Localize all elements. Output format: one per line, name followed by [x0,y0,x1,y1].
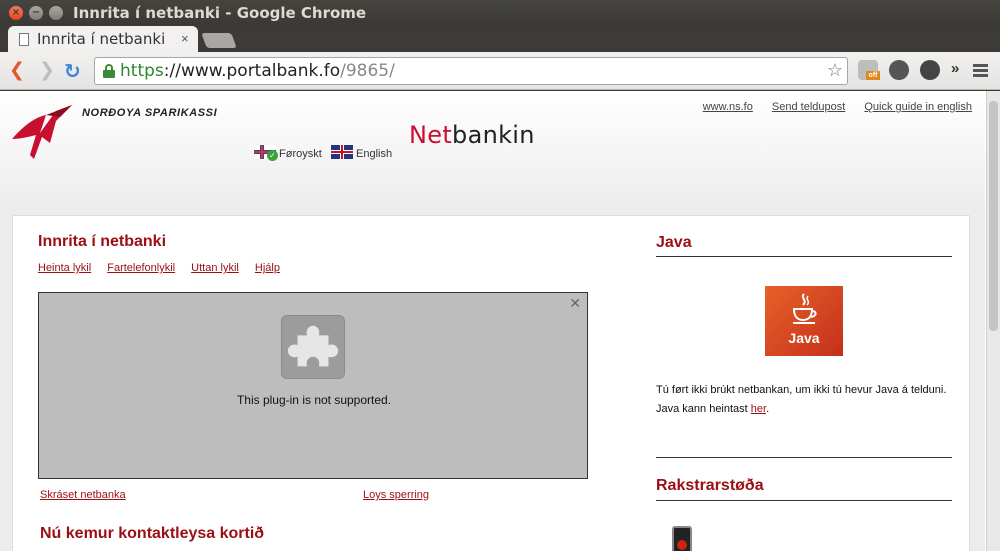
tab-title: Innrita í netbanki [37,30,166,48]
window-minimize-button[interactable]: − [29,6,43,20]
window-titlebar: × − Innrita í netbanki - Google Chrome [0,0,1000,26]
page-viewport: NORÐOYA SPARIKASSI www.ns.fo Send teldup… [0,91,1000,551]
tab-active[interactable]: Innrita í netbanki × [8,26,198,52]
bank-logo-icon [12,105,72,159]
java-description: Tú ført ikki brúkt netbankan, um ikki tú… [656,384,947,415]
forward-arrow-icon[interactable]: ❯ [39,59,55,81]
url-text[interactable]: https://www.portalbank.fo/9865/ [120,61,395,81]
link-send-email[interactable]: Send teldupost [772,101,845,113]
faroe-flag-icon: ✓ [254,145,278,161]
language-faroese[interactable]: ✓ Føroyskt [254,145,322,161]
browser-menu-icon[interactable] [973,64,988,79]
java-title: Java [656,234,692,251]
extension-chat-icon[interactable] [889,60,909,80]
content-panel: Innrita í netbanki Heinta lykil Fartelef… [12,215,970,551]
unsupported-plugin-box[interactable]: ✕ This plug-in is not supported. [38,292,588,479]
window-title: Innrita í netbanki - Google Chrome [73,4,367,22]
page-favicon-icon [19,33,29,46]
link-quick-guide[interactable]: Quick guide in english [864,101,972,113]
link-mobile-key[interactable]: Fartelefonlykil [107,262,175,274]
login-title: Innrita í netbanki [38,233,167,250]
browser-toolbar: ❮ ❯ ↻ https://www.portalbank.fo/9865/ ☆ … [0,52,1000,90]
extension-bubble-icon[interactable] [920,60,940,80]
bookmark-star-icon[interactable]: ☆ [827,60,843,81]
divider [656,256,952,257]
link-help[interactable]: Hjálp [255,262,280,274]
plugin-message: This plug-in is not supported. [236,393,392,407]
divider [656,457,952,458]
back-arrow-icon[interactable]: ❮ [9,59,25,81]
java-cup-icon [792,293,817,324]
tab-strip: Innrita í netbanki × [0,26,1000,52]
page-scrollbar[interactable] [986,91,1000,551]
bank-name: NORÐOYA SPARIKASSI [82,107,218,119]
language-english[interactable]: English [331,145,392,160]
checkmark-icon: ✓ [267,150,278,161]
link-get-key[interactable]: Heinta lykil [38,262,91,274]
uk-flag-icon [331,145,353,159]
extension-owl-icon[interactable]: off [858,60,880,80]
contactless-title: Nú kemur kontaktleysa kortið [40,525,265,542]
lock-icon[interactable] [103,64,115,78]
new-tab-button[interactable] [201,33,237,48]
window-close-button[interactable]: × [9,6,23,20]
reload-icon[interactable]: ↻ [64,59,81,83]
login-options: Heinta lykil Fartelefonlykil Uttan lykil… [38,262,293,274]
address-bar[interactable]: https://www.portalbank.fo/9865/ ☆ [94,57,848,85]
scrollbar-thumb[interactable] [989,101,998,331]
link-unlock[interactable]: Loys sperring [363,489,429,501]
divider [656,500,952,501]
link-without-key[interactable]: Uttan lykil [191,262,239,274]
window-maximize-button[interactable] [49,6,63,20]
link-java-download[interactable]: her [751,403,766,415]
top-links: www.ns.fo Send teldupost Quick guide in … [687,101,972,113]
page-content: NORÐOYA SPARIKASSI www.ns.fo Send teldup… [0,91,985,551]
tab-close-icon[interactable]: × [181,31,189,46]
netbankin-logo: Netbankin [409,121,535,149]
link-register-netbank[interactable]: Skráset netbanka [40,489,126,501]
link-ns-fo[interactable]: www.ns.fo [703,101,753,113]
java-logo[interactable]: Java [765,286,843,356]
more-extensions-chevron-icon[interactable]: » [951,60,959,77]
puzzle-piece-icon [281,315,345,379]
traffic-light-icon [672,526,692,551]
status-title: Rakstrarstøða [656,477,764,494]
plugin-close-icon[interactable]: ✕ [569,295,581,312]
